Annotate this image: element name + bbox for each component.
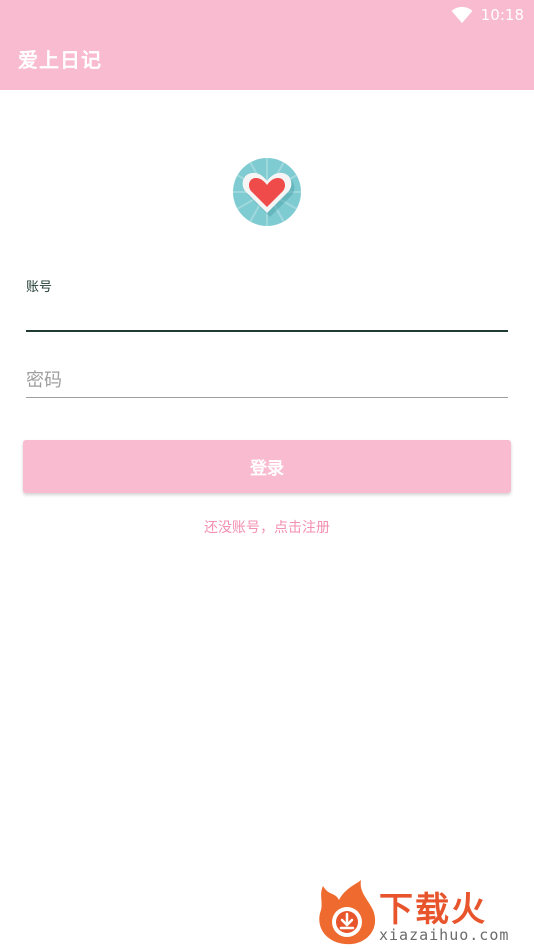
watermark-brand: 下载火 <box>379 890 487 930</box>
account-label: 账号 <box>26 280 53 295</box>
login-button[interactable]: 登录 <box>23 440 511 493</box>
status-bar: 10:18 <box>451 4 524 26</box>
app-bar: 10:18 爱上日记 <box>0 0 534 90</box>
account-underline <box>26 330 508 332</box>
app-title: 爱上日记 <box>18 48 102 72</box>
wifi-icon <box>451 6 473 24</box>
status-time: 10:18 <box>480 6 524 24</box>
password-input[interactable] <box>26 366 508 394</box>
password-field[interactable] <box>26 362 508 398</box>
heart-badge-icon <box>233 158 301 226</box>
flame-download-icon <box>319 880 376 945</box>
watermark-logo: 下载火 xiazaihuo.com <box>315 880 529 946</box>
account-input[interactable] <box>26 300 508 328</box>
register-link[interactable]: 还没账号，点击注册 <box>0 517 534 537</box>
watermark-domain: xiazaihuo.com <box>379 926 510 944</box>
password-underline <box>26 397 508 398</box>
account-field[interactable]: 账号 <box>26 270 508 332</box>
login-screen: 10:18 爱上日记 账号 登录 还没账号，点击注册 下载火 xiazaihuo… <box>0 0 534 949</box>
